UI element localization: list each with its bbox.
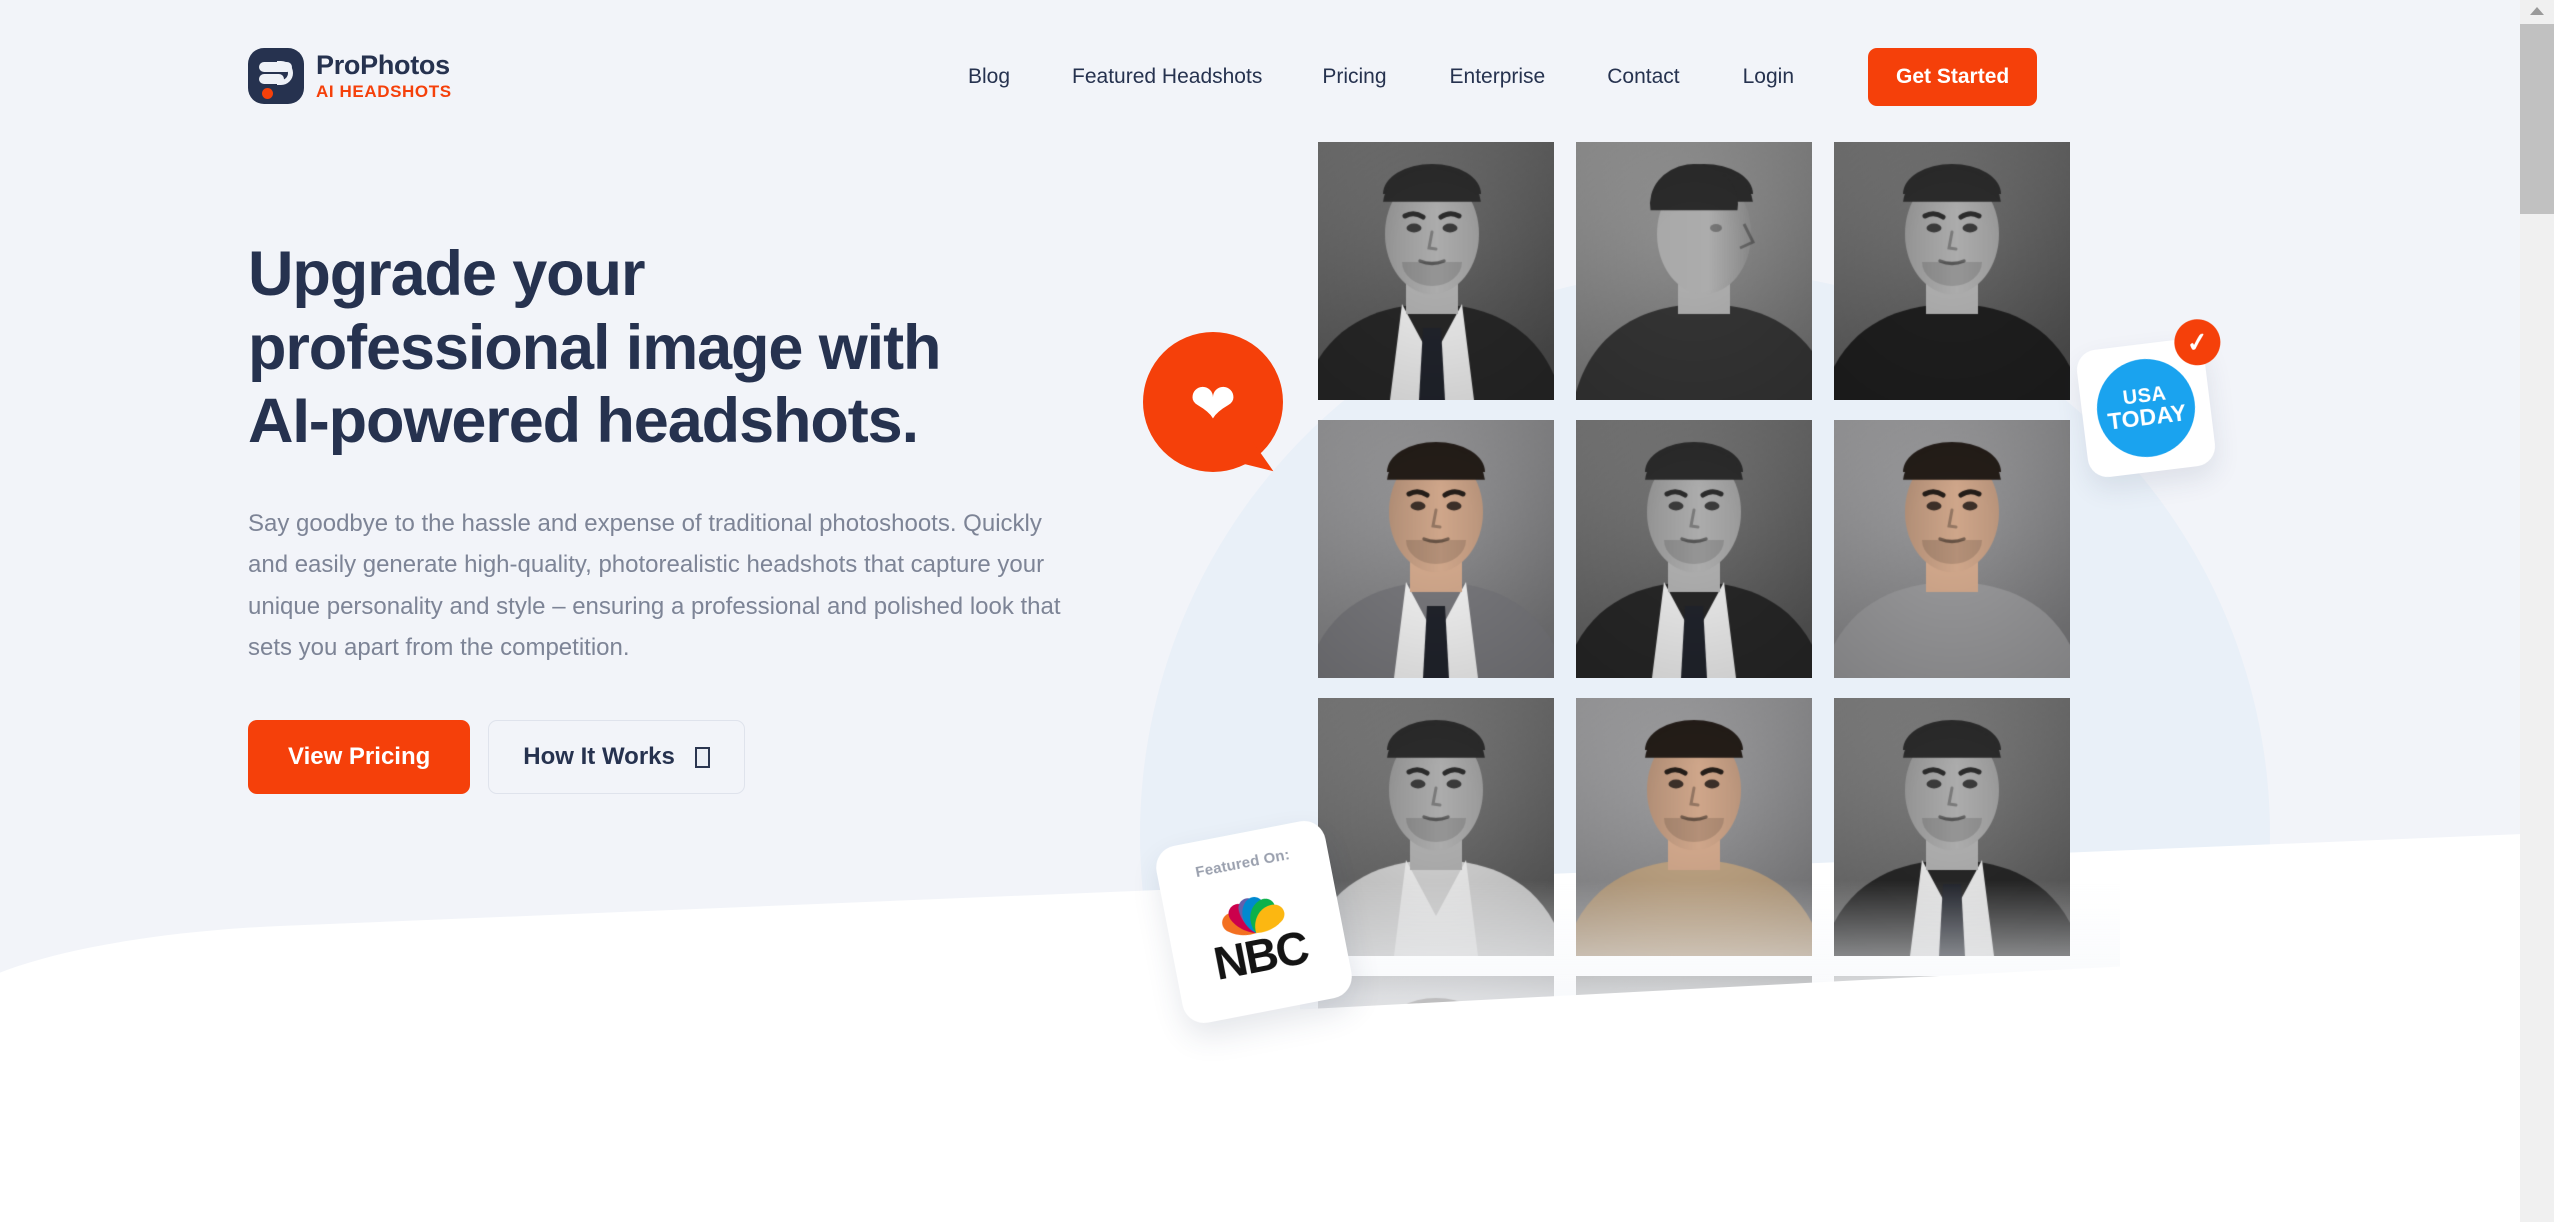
view-pricing-button[interactable]: View Pricing xyxy=(248,720,471,795)
hero-title: Upgrade your professional image with AI-… xyxy=(248,239,941,457)
nav-item-enterprise[interactable]: Enterprise xyxy=(1450,65,1546,89)
browser-scrollbar[interactable] xyxy=(2520,0,2554,1222)
missing-glyph-box-icon xyxy=(694,746,710,768)
hero-cta-group: View Pricing How It Works xyxy=(248,720,1088,795)
bubble-tail xyxy=(1244,438,1280,472)
scroll-up-arrow-icon[interactable] xyxy=(2520,0,2554,22)
nav-item-contact[interactable]: Contact xyxy=(1607,65,1679,89)
brand-name: ProPhotos xyxy=(316,50,450,80)
scrollbar-track[interactable] xyxy=(2520,214,2554,1222)
get-started-button[interactable]: Get Started xyxy=(1868,48,2038,106)
headshot-photo xyxy=(1576,698,1812,956)
nav-item-pricing[interactable]: Pricing xyxy=(1322,65,1386,89)
page-root: ❤ USA TODAY ✓ Featured On: NBC ProPhotos… xyxy=(0,0,2554,1222)
how-it-works-button[interactable]: How It Works xyxy=(488,720,745,795)
headshot-photo xyxy=(1318,142,1554,400)
headshot-photo xyxy=(1576,142,1812,400)
nbc-wordmark: NBC xyxy=(1209,920,1312,990)
heart-icon: ❤ xyxy=(1189,372,1237,435)
nav-item-blog[interactable]: Blog xyxy=(968,65,1010,89)
hero-paragraph: Say goodbye to the hassle and expense of… xyxy=(248,510,1061,661)
scrollbar-thumb[interactable] xyxy=(2520,24,2554,214)
heart-bubble-badge: ❤ xyxy=(1143,332,1283,472)
site-header: ProPhotos AI HEADSHOTS Blog Featured Hea… xyxy=(0,0,2520,118)
headshot-photo xyxy=(1834,142,2070,400)
nbc-featured-badge: Featured On: NBC xyxy=(1152,817,1356,1027)
nav-item-login[interactable]: Login xyxy=(1743,65,1794,89)
usa-today-badge: USA TODAY ✓ xyxy=(2074,316,2224,480)
hero-content: Upgrade your professional image with AI-… xyxy=(248,238,1088,795)
how-it-works-label: How It Works xyxy=(523,743,675,771)
brand-tagline: AI HEADSHOTS xyxy=(316,82,452,101)
nav-item-featured-headshots[interactable]: Featured Headshots xyxy=(1072,65,1262,89)
headshot-photo xyxy=(1318,420,1554,678)
usa-today-logo: USA TODAY xyxy=(2091,353,2201,463)
headshot-photo xyxy=(1318,698,1554,956)
usa-today-line2: TODAY xyxy=(2106,399,2188,436)
headshot-photo xyxy=(1576,420,1812,678)
logo[interactable]: ProPhotos AI HEADSHOTS xyxy=(248,48,452,104)
check-icon: ✓ xyxy=(2171,316,2224,368)
headshot-photo xyxy=(1834,420,2070,678)
main-navigation: Blog Featured Headshots Pricing Enterpri… xyxy=(968,48,2038,106)
prophotos-logo-mark-icon xyxy=(248,48,304,104)
headshot-photo xyxy=(1834,698,2070,956)
